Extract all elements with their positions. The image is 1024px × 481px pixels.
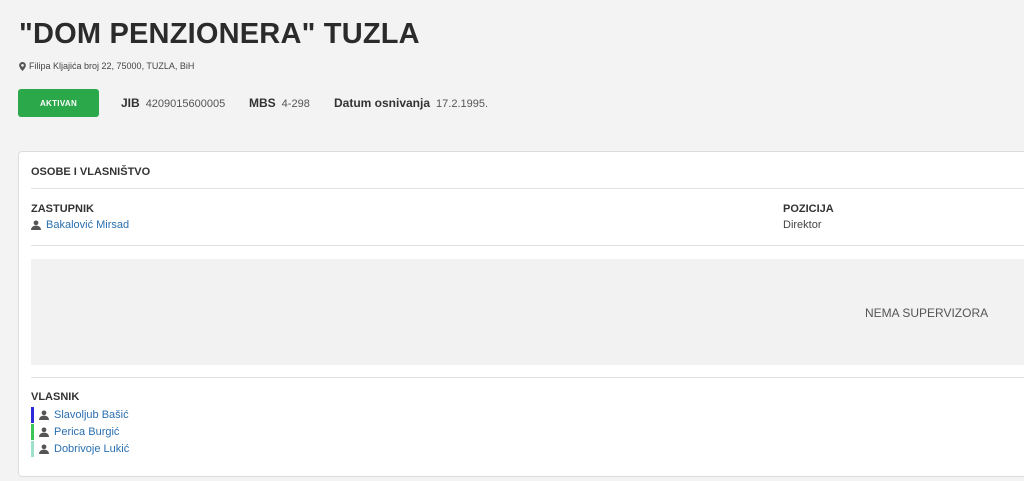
position-label: POZICIJA (783, 203, 834, 215)
owner-name: Slavoljub Bašić (54, 409, 129, 421)
owner-item[interactable]: Perica Burgić (31, 424, 119, 440)
owner-link[interactable]: Slavoljub Bašić (39, 409, 129, 421)
mbs-label: MBS (249, 96, 276, 110)
position-value: Direktor (783, 219, 822, 231)
mbs-field: MBS 4-298 (249, 96, 310, 110)
representative-label: ZASTUPNIK (31, 203, 94, 215)
user-icon (39, 410, 49, 420)
status-badge-button[interactable]: AKTIVAN (18, 89, 99, 117)
owner-name: Dobrivoje Lukić (54, 443, 130, 455)
jib-field: JIB 4209015600005 (121, 96, 225, 110)
people-ownership-card: OSOBE I VLASNIŠTVO ZASTUPNIK Bakalović M… (18, 151, 1024, 477)
address-text: Filipa Kljajića broj 22, 75000, TUZLA, B… (29, 61, 195, 71)
owner-link[interactable]: Dobrivoje Lukić (39, 443, 129, 455)
owner-item[interactable]: Dobrivoje Lukić (31, 441, 129, 457)
company-profile-page: "DOM PENZIONERA" TUZLA Filipa Kljajića b… (0, 0, 1024, 481)
owner-name: Perica Burgić (54, 426, 120, 438)
divider (31, 377, 1024, 378)
founded-field: Datum osnivanja 17.2.1995. (334, 96, 488, 110)
owner-color-bar (31, 424, 34, 440)
user-icon (31, 220, 41, 230)
mbs-value: 4-298 (281, 98, 310, 110)
user-icon (39, 427, 49, 437)
owner-color-bar (31, 441, 34, 457)
jib-value: 4209015600005 (145, 98, 226, 110)
map-pin-icon (19, 61, 26, 71)
founded-label: Datum osnivanja (334, 96, 431, 110)
jib-label: JIB (121, 96, 140, 110)
section-title: OSOBE I VLASNIŠTVO (31, 166, 151, 178)
owner-item[interactable]: Slavoljub Bašić (31, 407, 129, 423)
owner-label: VLASNIK (31, 391, 80, 403)
founded-value: 17.2.1995. (436, 98, 489, 110)
owner-color-bar (31, 407, 34, 423)
representative-name: Bakalović Mirsad (46, 219, 130, 231)
owner-link[interactable]: Perica Burgić (39, 426, 119, 438)
divider (31, 245, 1024, 246)
user-icon (39, 444, 49, 454)
company-title: "DOM PENZIONERA" TUZLA (19, 18, 420, 50)
company-address: Filipa Kljajića broj 22, 75000, TUZLA, B… (19, 61, 194, 71)
representative-link[interactable]: Bakalović Mirsad (31, 219, 129, 231)
supervisors-empty-text: NEMA SUPERVIZORA (865, 306, 989, 320)
divider (31, 188, 1024, 189)
